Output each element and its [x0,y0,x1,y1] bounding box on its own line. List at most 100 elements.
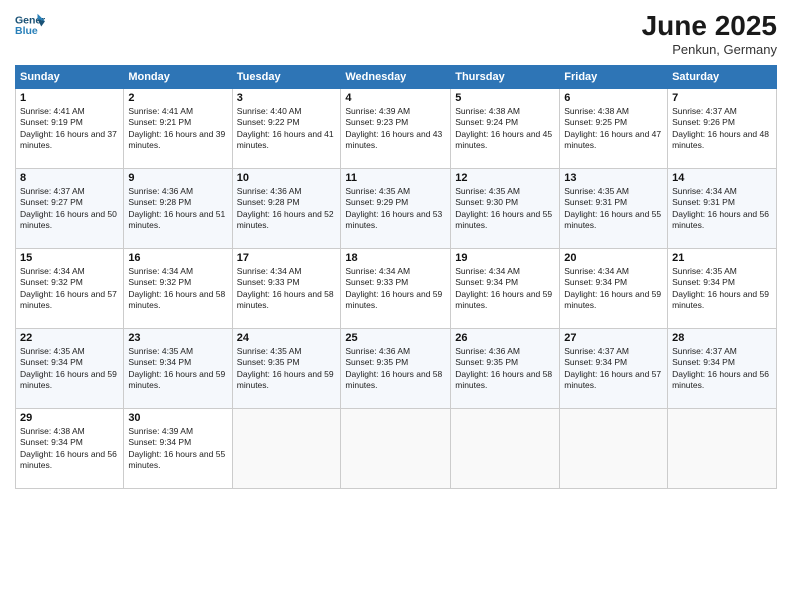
calendar-cell: 27 Sunrise: 4:37 AM Sunset: 9:34 PM Dayl… [560,329,668,409]
day-number: 18 [345,252,446,264]
day-info: Sunrise: 4:39 AM Sunset: 9:23 PM Dayligh… [345,106,446,152]
day-header: Thursday [451,66,560,89]
day-header: Monday [124,66,232,89]
header: General Blue June 2025 Penkun, Germany [15,10,777,57]
calendar-cell: 14 Sunrise: 4:34 AM Sunset: 9:31 PM Dayl… [668,169,777,249]
day-number: 13 [564,172,663,184]
calendar-cell: 29 Sunrise: 4:38 AM Sunset: 9:34 PM Dayl… [16,409,124,489]
day-info: Sunrise: 4:41 AM Sunset: 9:19 PM Dayligh… [20,106,119,152]
calendar-cell: 24 Sunrise: 4:35 AM Sunset: 9:35 PM Dayl… [232,329,341,409]
day-number: 14 [672,172,772,184]
calendar-cell [560,409,668,489]
calendar-cell: 25 Sunrise: 4:36 AM Sunset: 9:35 PM Dayl… [341,329,451,409]
day-info: Sunrise: 4:36 AM Sunset: 9:28 PM Dayligh… [237,186,337,232]
day-number: 29 [20,412,119,424]
calendar-cell [451,409,560,489]
day-info: Sunrise: 4:40 AM Sunset: 9:22 PM Dayligh… [237,106,337,152]
day-number: 22 [20,332,119,344]
day-info: Sunrise: 4:34 AM Sunset: 9:33 PM Dayligh… [237,266,337,312]
day-number: 16 [128,252,227,264]
day-number: 17 [237,252,337,264]
day-number: 21 [672,252,772,264]
logo: General Blue [15,10,45,40]
calendar-cell: 11 Sunrise: 4:35 AM Sunset: 9:29 PM Dayl… [341,169,451,249]
day-number: 26 [455,332,555,344]
calendar-cell: 10 Sunrise: 4:36 AM Sunset: 9:28 PM Dayl… [232,169,341,249]
day-number: 1 [20,92,119,104]
calendar-cell: 23 Sunrise: 4:35 AM Sunset: 9:34 PM Dayl… [124,329,232,409]
day-info: Sunrise: 4:39 AM Sunset: 9:34 PM Dayligh… [128,426,227,472]
day-info: Sunrise: 4:34 AM Sunset: 9:32 PM Dayligh… [128,266,227,312]
day-info: Sunrise: 4:37 AM Sunset: 9:27 PM Dayligh… [20,186,119,232]
calendar-cell: 13 Sunrise: 4:35 AM Sunset: 9:31 PM Dayl… [560,169,668,249]
day-info: Sunrise: 4:34 AM Sunset: 9:31 PM Dayligh… [672,186,772,232]
day-number: 7 [672,92,772,104]
calendar-cell: 30 Sunrise: 4:39 AM Sunset: 9:34 PM Dayl… [124,409,232,489]
calendar-cell [341,409,451,489]
day-info: Sunrise: 4:34 AM Sunset: 9:34 PM Dayligh… [455,266,555,312]
day-number: 2 [128,92,227,104]
day-number: 24 [237,332,337,344]
day-info: Sunrise: 4:37 AM Sunset: 9:34 PM Dayligh… [564,346,663,392]
calendar-cell: 26 Sunrise: 4:36 AM Sunset: 9:35 PM Dayl… [451,329,560,409]
day-info: Sunrise: 4:34 AM Sunset: 9:33 PM Dayligh… [345,266,446,312]
day-number: 15 [20,252,119,264]
calendar-cell: 3 Sunrise: 4:40 AM Sunset: 9:22 PM Dayli… [232,89,341,169]
day-number: 30 [128,412,227,424]
day-header: Friday [560,66,668,89]
day-info: Sunrise: 4:35 AM Sunset: 9:34 PM Dayligh… [20,346,119,392]
day-number: 5 [455,92,555,104]
logo-icon: General Blue [15,10,45,40]
calendar-cell: 22 Sunrise: 4:35 AM Sunset: 9:34 PM Dayl… [16,329,124,409]
day-info: Sunrise: 4:38 AM Sunset: 9:24 PM Dayligh… [455,106,555,152]
calendar-cell [232,409,341,489]
calendar-cell: 20 Sunrise: 4:34 AM Sunset: 9:34 PM Dayl… [560,249,668,329]
day-info: Sunrise: 4:34 AM Sunset: 9:32 PM Dayligh… [20,266,119,312]
day-number: 27 [564,332,663,344]
calendar-cell: 17 Sunrise: 4:34 AM Sunset: 9:33 PM Dayl… [232,249,341,329]
month-title: June 2025 [642,10,777,42]
calendar-cell [668,409,777,489]
day-info: Sunrise: 4:36 AM Sunset: 9:28 PM Dayligh… [128,186,227,232]
calendar-cell: 18 Sunrise: 4:34 AM Sunset: 9:33 PM Dayl… [341,249,451,329]
svg-text:Blue: Blue [15,25,38,37]
day-info: Sunrise: 4:35 AM Sunset: 9:29 PM Dayligh… [345,186,446,232]
day-header: Sunday [16,66,124,89]
day-info: Sunrise: 4:41 AM Sunset: 9:21 PM Dayligh… [128,106,227,152]
calendar-cell: 28 Sunrise: 4:37 AM Sunset: 9:34 PM Dayl… [668,329,777,409]
day-number: 23 [128,332,227,344]
location: Penkun, Germany [642,42,777,57]
day-info: Sunrise: 4:36 AM Sunset: 9:35 PM Dayligh… [345,346,446,392]
calendar-cell: 8 Sunrise: 4:37 AM Sunset: 9:27 PM Dayli… [16,169,124,249]
day-header: Tuesday [232,66,341,89]
title-block: June 2025 Penkun, Germany [642,10,777,57]
day-number: 11 [345,172,446,184]
calendar-cell: 7 Sunrise: 4:37 AM Sunset: 9:26 PM Dayli… [668,89,777,169]
day-number: 9 [128,172,227,184]
calendar-cell: 21 Sunrise: 4:35 AM Sunset: 9:34 PM Dayl… [668,249,777,329]
calendar-cell: 2 Sunrise: 4:41 AM Sunset: 9:21 PM Dayli… [124,89,232,169]
calendar-cell: 4 Sunrise: 4:39 AM Sunset: 9:23 PM Dayli… [341,89,451,169]
day-header: Wednesday [341,66,451,89]
day-info: Sunrise: 4:38 AM Sunset: 9:34 PM Dayligh… [20,426,119,472]
calendar-cell: 6 Sunrise: 4:38 AM Sunset: 9:25 PM Dayli… [560,89,668,169]
calendar-cell: 15 Sunrise: 4:34 AM Sunset: 9:32 PM Dayl… [16,249,124,329]
day-header: Saturday [668,66,777,89]
day-info: Sunrise: 4:35 AM Sunset: 9:30 PM Dayligh… [455,186,555,232]
day-number: 8 [20,172,119,184]
page: General Blue June 2025 Penkun, Germany S… [0,0,792,612]
day-number: 28 [672,332,772,344]
day-info: Sunrise: 4:35 AM Sunset: 9:34 PM Dayligh… [672,266,772,312]
calendar-cell: 12 Sunrise: 4:35 AM Sunset: 9:30 PM Dayl… [451,169,560,249]
day-info: Sunrise: 4:36 AM Sunset: 9:35 PM Dayligh… [455,346,555,392]
day-info: Sunrise: 4:34 AM Sunset: 9:34 PM Dayligh… [564,266,663,312]
day-info: Sunrise: 4:35 AM Sunset: 9:34 PM Dayligh… [128,346,227,392]
day-number: 4 [345,92,446,104]
day-number: 3 [237,92,337,104]
calendar-cell: 16 Sunrise: 4:34 AM Sunset: 9:32 PM Dayl… [124,249,232,329]
day-number: 12 [455,172,555,184]
calendar-cell: 1 Sunrise: 4:41 AM Sunset: 9:19 PM Dayli… [16,89,124,169]
day-info: Sunrise: 4:37 AM Sunset: 9:34 PM Dayligh… [672,346,772,392]
calendar-cell: 9 Sunrise: 4:36 AM Sunset: 9:28 PM Dayli… [124,169,232,249]
day-number: 25 [345,332,446,344]
